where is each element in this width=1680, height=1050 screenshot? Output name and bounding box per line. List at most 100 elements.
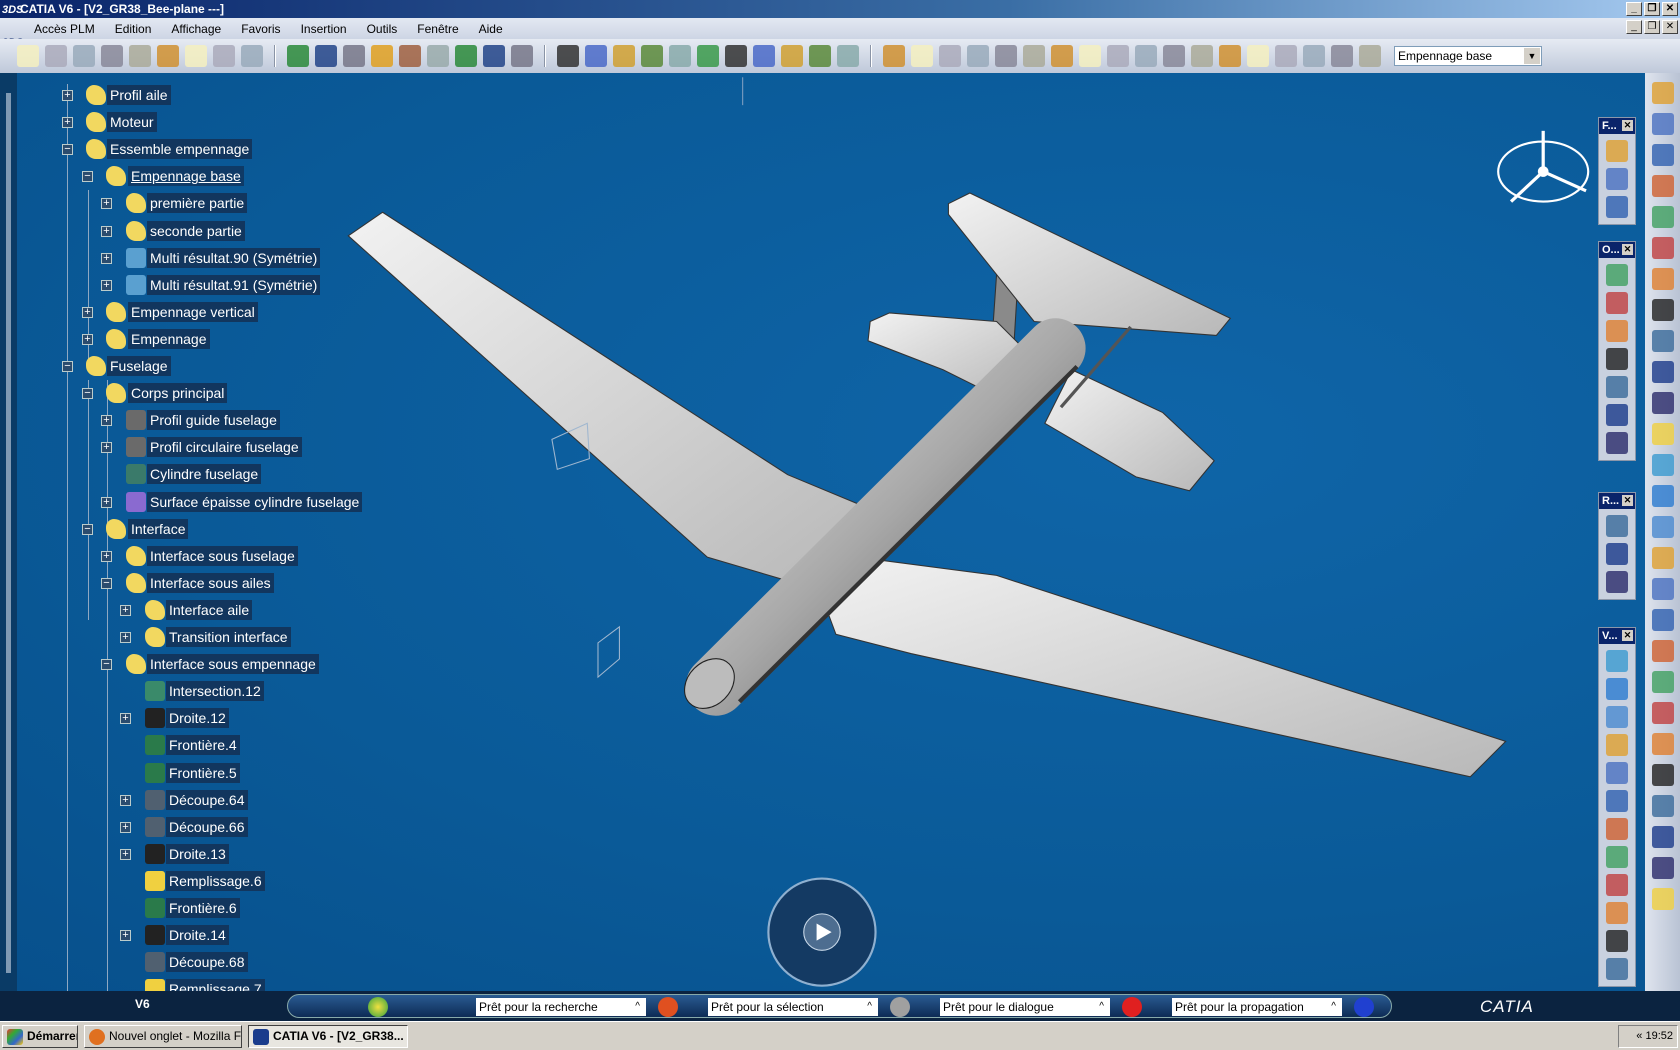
lock-icon[interactable] [455, 45, 477, 67]
floating-toolbar-title[interactable]: O... ✕ [1599, 242, 1635, 258]
quick-select-icon[interactable] [1651, 299, 1674, 321]
blend-icon[interactable] [1606, 818, 1628, 840]
expand-icon[interactable]: + [120, 713, 131, 725]
status-field[interactable]: Prêt pour la sélection ^ [708, 998, 878, 1016]
link-icon[interactable] [371, 45, 393, 67]
expand-icon[interactable]: + [120, 604, 131, 616]
polyline-icon[interactable] [1651, 702, 1674, 724]
parallel-curve-icon[interactable] [1651, 516, 1674, 538]
right-horizontal-tail[interactable] [1044, 369, 1215, 492]
repetition-icon[interactable] [1606, 515, 1628, 537]
tree-label[interactable]: Découpe.68 [166, 952, 248, 973]
tree-label[interactable]: Interface sous fuselage [147, 545, 298, 566]
clip-icon[interactable] [1219, 45, 1241, 67]
sweep-icon[interactable] [1606, 706, 1628, 728]
collapse-icon[interactable]: − [62, 144, 73, 156]
expand-icon[interactable]: + [101, 496, 112, 508]
close-icon[interactable]: ✕ [1622, 120, 1633, 131]
tree-label[interactable]: Intersection.12 [166, 681, 264, 702]
menu-favoris[interactable]: Favoris [231, 22, 290, 36]
close-button[interactable]: ✕ [1662, 2, 1678, 16]
circle-icon[interactable] [1651, 547, 1674, 569]
tree-label[interactable]: Interface aile [166, 599, 253, 620]
expand-icon[interactable]: + [120, 794, 131, 806]
status-field[interactable]: Prêt pour la recherche ^ [476, 998, 646, 1016]
tree-label[interactable]: Remplissage.6 [166, 870, 265, 891]
current-object-combo[interactable]: Empennage base ▼ [1394, 46, 1542, 66]
tree-label[interactable]: Surface épaisse cylindre fuselage [147, 491, 363, 512]
tree-label[interactable]: Interface sous ailes [147, 572, 274, 593]
expand-icon[interactable]: + [120, 930, 131, 942]
tree-label[interactable]: Moteur [107, 112, 157, 133]
spline-icon[interactable] [1651, 578, 1674, 600]
axis-icon[interactable] [1107, 45, 1129, 67]
unfold-icon[interactable] [1606, 168, 1628, 190]
insert-text-icon[interactable] [1651, 144, 1674, 166]
tree-label[interactable]: Profil circulaire fuselage [147, 437, 302, 458]
line-icon[interactable] [1651, 392, 1674, 414]
export-icon[interactable] [1651, 237, 1674, 259]
menu-edition[interactable]: Edition [105, 22, 162, 36]
section-icon[interactable] [1191, 45, 1213, 67]
tree-label[interactable]: Découpe.66 [166, 816, 248, 837]
airplane-model[interactable] [347, 192, 1507, 778]
compass[interactable] [1497, 130, 1590, 203]
new-icon[interactable] [17, 45, 39, 67]
status-field[interactable]: Prêt pour le dialogue ^ [940, 998, 1110, 1016]
menu-insertion[interactable]: Insertion [291, 22, 357, 36]
tree-label[interactable]: Corps principal [128, 383, 228, 404]
expand-icon[interactable]: + [101, 225, 112, 237]
measure-icon[interactable] [511, 45, 533, 67]
print-icon[interactable] [45, 45, 67, 67]
reorder-icon[interactable] [1275, 45, 1297, 67]
tree-label[interactable]: Frontière.6 [166, 898, 240, 918]
law-icon[interactable] [1651, 857, 1674, 879]
minimize-button[interactable]: _ [1626, 2, 1642, 16]
normal-view-icon[interactable] [697, 45, 719, 67]
import-icon[interactable] [1651, 206, 1674, 228]
transfer-icon[interactable] [1606, 196, 1628, 218]
task-catia[interactable]: CATIA V6 - [V2_GR38... [248, 1025, 408, 1048]
multi-view-icon[interactable] [725, 45, 747, 67]
tree-label[interactable]: Essemble empennage [107, 139, 253, 160]
expand-icon[interactable]: + [120, 821, 131, 833]
upper-tail[interactable] [947, 192, 1232, 336]
tree-label[interactable]: Droite.14 [166, 925, 229, 946]
catalog-icon[interactable] [911, 45, 933, 67]
tree-label[interactable]: Découpe.64 [166, 789, 248, 810]
expand-icon[interactable]: + [101, 252, 112, 264]
tree-label[interactable]: Droite.13 [166, 843, 229, 864]
tree-label[interactable]: Multi résultat.91 (Symétrie) [147, 274, 321, 295]
tree-label[interactable]: Interface sous empennage [147, 654, 319, 675]
offset-icon[interactable] [1606, 790, 1628, 812]
status-app-icon[interactable] [658, 997, 678, 1017]
plane-icon[interactable] [1651, 423, 1674, 445]
status-app-icon[interactable] [1354, 997, 1374, 1017]
tree-label[interactable]: Empennage vertical [128, 301, 258, 322]
analysis-icon[interactable] [1247, 45, 1269, 67]
work-object-icon[interactable] [995, 45, 1017, 67]
sketch-icon[interactable] [1651, 330, 1674, 352]
tree-scrollbar[interactable] [0, 73, 17, 991]
sketcher-icon[interactable] [1651, 82, 1674, 104]
menu-affichage[interactable]: Affichage [161, 22, 231, 36]
redo-icon[interactable] [185, 45, 207, 67]
hide-show-icon[interactable] [809, 45, 831, 67]
tree-label[interactable]: Frontière.5 [166, 762, 240, 783]
fold-icon[interactable] [1606, 140, 1628, 162]
chevron-up-icon[interactable]: ^ [1099, 998, 1104, 1016]
collapse-icon[interactable]: − [82, 388, 93, 400]
cut-icon[interactable] [73, 45, 95, 67]
grid-icon[interactable] [1163, 45, 1185, 67]
expand-icon[interactable]: + [101, 198, 112, 210]
status-app-icon[interactable] [890, 997, 910, 1017]
trim-icon[interactable] [1606, 320, 1628, 342]
expand-icon[interactable]: + [62, 117, 73, 129]
tree-label[interactable]: Interface [128, 518, 189, 539]
fillet-icon[interactable] [1606, 404, 1628, 426]
update-icon[interactable] [213, 45, 235, 67]
render-style-icon[interactable] [781, 45, 803, 67]
start-button[interactable]: Démarrer [2, 1025, 78, 1048]
spec-tree-icon[interactable] [1135, 45, 1157, 67]
helix-icon[interactable] [1651, 609, 1674, 631]
